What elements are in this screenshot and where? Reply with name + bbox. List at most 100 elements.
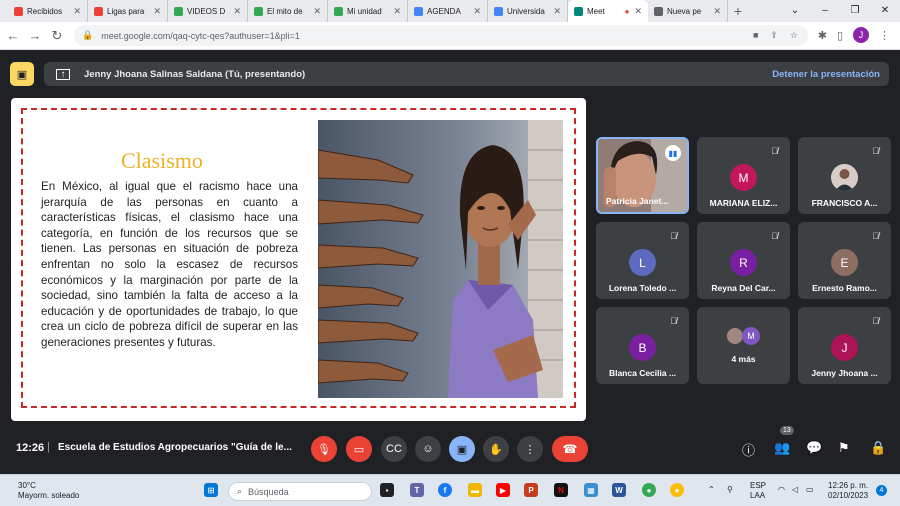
browser-tab[interactable]: El mito de ✕ (248, 0, 328, 22)
browser-tab[interactable]: AGENDA ✕ (408, 0, 488, 22)
avatar: M (730, 164, 757, 191)
close-tab-icon[interactable]: ✕ (153, 6, 161, 17)
task-view-icon[interactable]: ▪ (380, 483, 394, 497)
participant-tile[interactable]: 🎙̸ J Jenny Jhoana ... (798, 307, 891, 384)
minimize-button[interactable]: – (810, 0, 840, 22)
wifi-icon[interactable]: ◠ (778, 485, 785, 495)
info-icon[interactable]: ⓘ (742, 440, 755, 459)
close-tab-icon[interactable]: ✕ (553, 6, 561, 17)
slide-body: En México, al igual que el racismo hace … (41, 180, 298, 349)
raise-hand-button[interactable]: ✋ (483, 436, 509, 462)
people-icon[interactable]: 👥 (774, 440, 790, 456)
notification-badge[interactable]: 4 (876, 485, 887, 496)
browser-tab[interactable]: Mi unidad ✕ (328, 0, 408, 22)
participant-tile[interactable]: 🎙̸ L Lorena Toledo ... (596, 222, 689, 299)
participant-name: Ernesto Ramo... (812, 283, 877, 293)
browser-tab[interactable]: Ligas para ✕ (88, 0, 168, 22)
meet-icon (574, 6, 583, 16)
close-tab-icon[interactable]: ✕ (473, 6, 481, 17)
meeting-clock: 12:26 (16, 442, 45, 454)
participant-tile[interactable]: 🎙̸ R Reyna Del Car... (697, 222, 790, 299)
tray-chevron-icon[interactable]: ⌃ (708, 485, 715, 495)
participant-tile[interactable]: 🎙̸ FRANCISCO A... (798, 137, 891, 214)
reload-icon[interactable]: ↻ (46, 28, 68, 44)
browser-tab[interactable]: VIDEOS D ✕ (168, 0, 248, 22)
youtube-icon[interactable]: ▶ (496, 483, 510, 497)
word-icon[interactable]: W (612, 483, 626, 497)
facebook-icon[interactable]: f (438, 483, 452, 497)
camera-icon[interactable]: ■ (753, 30, 758, 41)
chrome-profile-icon[interactable]: ● (670, 483, 684, 497)
more-options-button[interactable]: ⋮ (517, 436, 543, 462)
participant-name: Blanca Cecilia ... (608, 368, 677, 378)
url-field[interactable]: 🔒 meet.google.com/qaq-cytc-qes?authuser=… (74, 25, 808, 46)
photos-icon[interactable]: ▦ (584, 483, 598, 497)
lock-icon[interactable]: 🔒 (82, 30, 93, 41)
share-icon[interactable]: ⇪ (770, 30, 778, 41)
participant-name: FRANCISCO A... (811, 198, 878, 208)
browser-tab[interactable]: Nueva pe ✕ (648, 0, 728, 22)
close-window-button[interactable]: ✕ (870, 0, 900, 22)
close-tab-icon[interactable]: ✕ (233, 6, 241, 17)
teams-icon[interactable]: T (410, 483, 424, 497)
forward-icon[interactable]: → (24, 28, 46, 43)
close-tab-icon[interactable]: ✕ (313, 6, 321, 17)
browser-tab[interactable]: Recibidos ✕ (8, 0, 88, 22)
participant-tile[interactable]: 🎙̸ B Blanca Cecilia ... (596, 307, 689, 384)
weather-widget[interactable]: 30°C Mayorm. soleado (18, 481, 79, 501)
menu-icon[interactable]: ⋮ (879, 29, 890, 42)
emoji-button[interactable]: ☺ (415, 436, 441, 462)
battery-icon[interactable]: ▭ (806, 485, 814, 495)
muted-mic-icon: 🎙̸ (872, 146, 879, 156)
close-tab-icon[interactable]: ✕ (73, 6, 81, 17)
stop-presenting-button[interactable]: Detener la presentación (772, 69, 880, 80)
search-icon: ⌕ (237, 486, 243, 496)
tab-label: AGENDA (427, 6, 461, 16)
recording-indicator-icon: ● (624, 6, 630, 16)
network-status-icon[interactable]: ⚲ (727, 485, 733, 495)
tab-label: Universida (507, 6, 545, 16)
taskbar-clock[interactable]: 12:26 p. m. 02/10/2023 (828, 481, 868, 501)
presenter-name: Jenny Jhoana Salinas Saldana (Tú, presen… (84, 68, 306, 80)
mic-toggle-button[interactable]: 🎙 (311, 436, 337, 462)
participant-tile[interactable]: ▮▮ Patricia Janet... (596, 137, 689, 214)
present-button[interactable]: ▣ (449, 436, 475, 462)
camera-toggle-button[interactable]: ▭ (346, 436, 372, 462)
tab-search-icon[interactable]: ⌄ (780, 0, 810, 22)
participant-tile[interactable]: 🎙̸ E Ernesto Ramo... (798, 222, 891, 299)
browser-tab[interactable]: Meet ● ✕ (568, 0, 648, 22)
activities-icon[interactable]: ⚑ (838, 440, 850, 456)
captions-button[interactable]: CC (381, 436, 407, 462)
volume-icon[interactable]: ◁ (792, 485, 798, 495)
language-indicator[interactable]: ESP LAA (750, 481, 766, 501)
tab-label: Mi unidad (347, 6, 382, 16)
windows-start-icon[interactable]: ⊞ (204, 483, 218, 497)
chrome-icon[interactable]: ● (642, 483, 656, 497)
file-explorer-icon[interactable]: ▬ (468, 483, 482, 497)
host-controls-icon[interactable]: 🔒 (870, 440, 886, 456)
bookmark-star-icon[interactable]: ☆ (790, 30, 798, 41)
close-tab-icon[interactable]: ✕ (634, 6, 642, 17)
netflix-icon[interactable]: N (554, 483, 568, 497)
new-tab-button[interactable]: + (728, 0, 748, 22)
clock-date: 02/10/2023 (828, 491, 869, 500)
profile-avatar[interactable]: J (853, 27, 869, 43)
taskbar-search[interactable]: ⌕ Búsqueda (228, 482, 372, 501)
close-tab-icon[interactable]: ✕ (713, 6, 721, 17)
muted-mic-icon: 🎙̸ (670, 316, 677, 326)
participant-name: Jenny Jhoana ... (811, 368, 878, 378)
powerpoint-icon[interactable]: P (524, 483, 538, 497)
gmail-icon (14, 6, 23, 16)
more-participants-tile[interactable]: M 4 más (697, 307, 790, 384)
meeting-name: Escuela de Estudios Agropecuarios "Guía … (58, 442, 292, 453)
maximize-button[interactable]: ❐ (840, 0, 870, 22)
participant-name: Reyna Del Car... (711, 283, 776, 293)
participant-tile[interactable]: 🎙̸ M MARIANA ELIZ... (697, 137, 790, 214)
extensions-icon[interactable]: ✱ (818, 29, 827, 42)
browser-tab[interactable]: Universida ✕ (488, 0, 568, 22)
chat-icon[interactable]: 💬 (806, 440, 822, 456)
close-tab-icon[interactable]: ✕ (393, 6, 401, 17)
side-panel-icon[interactable]: ▯ (837, 29, 843, 42)
back-icon[interactable]: ← (2, 28, 24, 43)
leave-call-button[interactable]: ☎ (552, 436, 588, 462)
